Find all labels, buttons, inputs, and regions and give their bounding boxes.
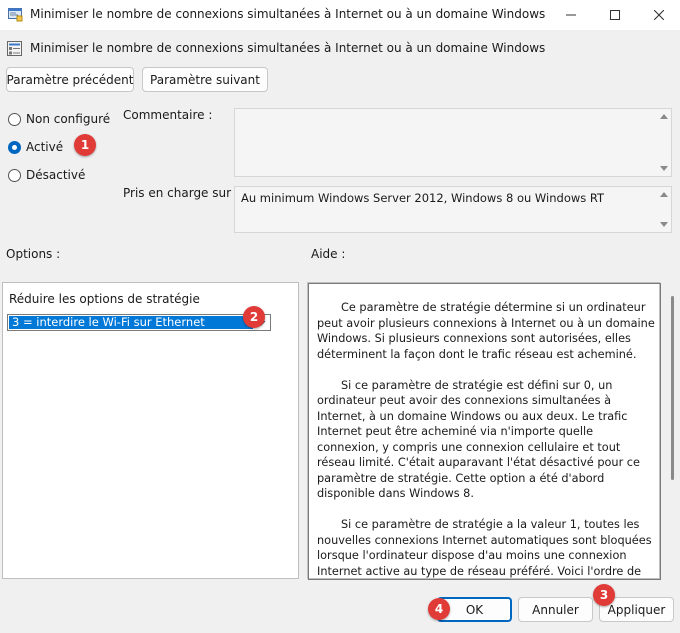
annotation-badge-2: 2 [243, 306, 265, 328]
help-scrollbar-thumb[interactable] [671, 296, 674, 480]
supported-scrollbar[interactable] [657, 187, 671, 232]
help-pane: Ce paramètre de stratégie détermine si u… [307, 282, 661, 580]
policy-setting-icon [7, 41, 22, 56]
maximize-button[interactable] [592, 0, 638, 30]
radio-enabled-label: Activé [26, 140, 64, 154]
radio-disabled-dot[interactable] [8, 168, 21, 182]
scroll-up-arrow-icon[interactable] [660, 192, 668, 197]
radio-disabled-label: Désactivé [26, 168, 86, 182]
help-section-label: Aide : [311, 247, 346, 261]
reduce-options-label: Réduire les options de stratégie [9, 292, 200, 306]
annotation-badge-1: 1 [74, 134, 96, 156]
policy-options-dropdown[interactable]: 3 = interdire le Wi-Fi sur Ethernet [7, 314, 271, 331]
help-paragraph: Si ce paramètre de stratégie est défini … [317, 378, 640, 501]
cancel-button[interactable]: Annuler [518, 597, 593, 622]
help-paragraph: Si ce paramètre de stratégie a la valeur… [317, 518, 652, 578]
radio-not-configured-dot[interactable] [8, 112, 21, 126]
comment-scrollbar[interactable] [657, 109, 671, 176]
comment-label: Commentaire : [123, 108, 213, 122]
help-text-frame: Ce paramètre de stratégie détermine si u… [308, 283, 661, 580]
close-icon [654, 10, 664, 20]
policy-editor-icon [8, 8, 23, 22]
help-paragraph: Ce paramètre de stratégie détermine si u… [317, 301, 655, 361]
previous-setting-button[interactable]: Paramètre précédent [6, 67, 134, 92]
radio-enabled-dot[interactable] [8, 140, 21, 154]
minimize-button[interactable] [548, 0, 594, 30]
radio-disabled[interactable]: Désactivé [8, 167, 85, 183]
annotation-badge-4: 4 [428, 598, 450, 620]
radio-enabled[interactable]: Activé [8, 139, 63, 155]
policy-title: Minimiser le nombre de connexions simult… [30, 41, 546, 55]
next-setting-button[interactable]: Paramètre suivant [142, 67, 268, 92]
help-scrollbar[interactable] [668, 282, 678, 579]
scroll-down-arrow-icon[interactable] [660, 166, 668, 171]
minimize-icon [566, 14, 576, 16]
help-text: Ce paramètre de stratégie détermine si u… [317, 300, 657, 579]
supported-on-label: Pris en charge sur : [123, 186, 239, 200]
supported-on-field: Au minimum Windows Server 2012, Windows … [234, 186, 672, 233]
dropdown-selected-value: 3 = interdire le Wi-Fi sur Ethernet [9, 316, 253, 329]
maximize-icon [610, 10, 620, 20]
close-button[interactable] [636, 0, 680, 30]
annotation-badge-3: 3 [593, 584, 615, 606]
scroll-down-arrow-icon[interactable] [660, 222, 668, 227]
radio-not-configured[interactable]: Non configuré [8, 111, 110, 127]
radio-not-configured-label: Non configuré [26, 112, 111, 126]
supported-on-value: Au minimum Windows Server 2012, Windows … [241, 191, 605, 205]
window-title: Minimiser le nombre de connexions simult… [30, 7, 546, 21]
title-bar: Minimiser le nombre de connexions simult… [0, 0, 680, 30]
scroll-up-arrow-icon[interactable] [660, 114, 668, 119]
comment-textarea[interactable] [234, 108, 672, 177]
options-section-label: Options : [6, 247, 61, 261]
